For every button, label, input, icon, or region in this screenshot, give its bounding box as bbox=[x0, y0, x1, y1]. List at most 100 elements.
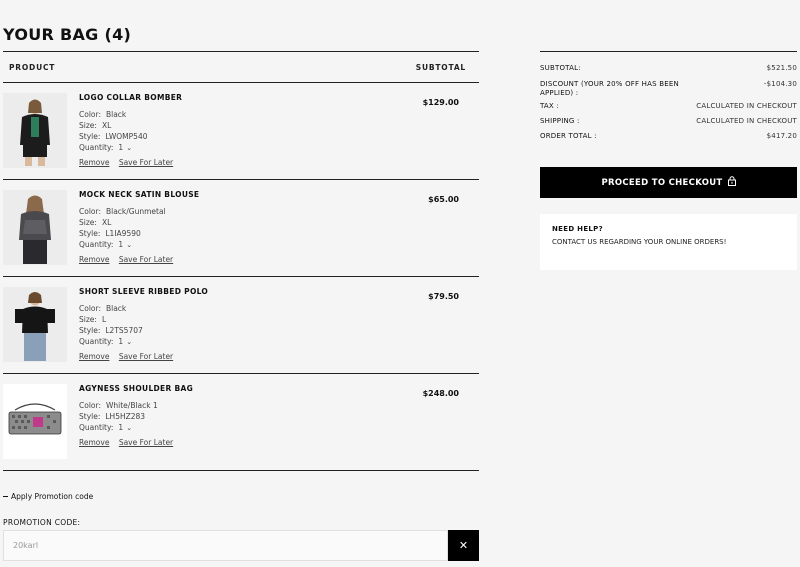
attr-color-value: White/Black 1 bbox=[105, 401, 158, 410]
remove-button[interactable]: Remove bbox=[79, 438, 109, 447]
summary-tax-row: TAX : CALCULATED IN CHECKOUT bbox=[540, 102, 797, 111]
product-image[interactable] bbox=[3, 287, 67, 362]
remove-button[interactable]: Remove bbox=[79, 158, 109, 167]
checkout-button-label: PROCEED TO CHECKOUT bbox=[601, 177, 723, 188]
item-attributes: Color: Black/Gunmetal Size: XL Style: L1IA9… bbox=[79, 206, 166, 250]
item-price: $65.00 bbox=[428, 195, 459, 204]
bag-item: MOCK NECK SATIN BLOUSE $65.00 Color: Blac… bbox=[3, 180, 479, 277]
item-name[interactable]: MOCK NECK SATIN BLOUSE bbox=[79, 190, 199, 199]
attr-style-value: LWOMP540 bbox=[105, 132, 148, 141]
tax-value: CALCULATED IN CHECKOUT bbox=[696, 102, 797, 110]
tax-label: TAX : bbox=[540, 102, 559, 110]
item-name[interactable]: SHORT SLEEVE RIBBED POLO bbox=[79, 287, 208, 296]
attr-quantity-label: Quantity: bbox=[79, 423, 114, 432]
attr-color-label: Color: bbox=[79, 401, 101, 410]
help-title: NEED HELP? bbox=[552, 225, 603, 233]
total-value: $417.20 bbox=[766, 132, 797, 140]
col-product-header: PRODUCT bbox=[9, 62, 56, 72]
summary-subtotal-row: SUBTOTAL: $521.50 bbox=[540, 64, 797, 73]
product-image[interactable] bbox=[3, 93, 67, 168]
save-for-later-button[interactable]: Save For Later bbox=[119, 438, 173, 447]
attr-quantity-label: Quantity: bbox=[79, 143, 114, 152]
item-attributes: Color: Black Size: XL Style: LWOMP540 Quant… bbox=[79, 109, 148, 153]
chevron-down-icon[interactable]: ⌄ bbox=[126, 424, 132, 432]
attr-style-value: LH5HZ283 bbox=[105, 412, 146, 421]
attr-size-value: XL bbox=[101, 218, 112, 227]
attr-color-label: Color: bbox=[79, 110, 101, 119]
attr-color-label: Color: bbox=[79, 304, 101, 313]
order-summary: SUBTOTAL: $521.50 DISCOUNT (YOUR 20% OFF… bbox=[540, 51, 797, 140]
save-for-later-button[interactable]: Save For Later bbox=[119, 255, 173, 264]
chevron-down-icon[interactable]: ⌄ bbox=[126, 338, 132, 346]
remove-button[interactable]: Remove bbox=[79, 255, 109, 264]
contact-us-link[interactable]: CONTACT US REGARDING YOUR ONLINE ORDERS! bbox=[552, 238, 785, 246]
total-label: ORDER TOTAL : bbox=[540, 132, 597, 140]
quantity-select[interactable]: Quantity: 1 ⌄ bbox=[79, 422, 158, 433]
item-attributes: Color: Black Size: L Style: L2TS5707 Quanti… bbox=[79, 303, 143, 347]
item-actions: Remove Save For Later bbox=[79, 438, 180, 447]
close-icon[interactable]: ✕ bbox=[448, 530, 479, 561]
quantity-select[interactable]: Quantity: 1 ⌄ bbox=[79, 336, 143, 347]
quantity-select[interactable]: Quantity: 1 ⌄ bbox=[79, 142, 148, 153]
discount-label: DISCOUNT (YOUR 20% OFF HAS BEEN APPLIED)… bbox=[540, 80, 679, 97]
attr-color-value: Black bbox=[105, 304, 127, 313]
attr-style-label: Style: bbox=[79, 412, 101, 421]
item-actions: Remove Save For Later bbox=[79, 158, 180, 167]
bag-item: LOGO COLLAR BOMBER $129.00 Color: Black S… bbox=[3, 83, 479, 180]
lock-icon bbox=[727, 176, 736, 189]
remove-button[interactable]: Remove bbox=[79, 352, 109, 361]
bag-header: PRODUCT SUBTOTAL bbox=[3, 51, 479, 83]
save-for-later-button[interactable]: Save For Later bbox=[119, 158, 173, 167]
item-name[interactable]: LOGO COLLAR BOMBER bbox=[79, 93, 182, 102]
product-image[interactable] bbox=[3, 384, 67, 459]
item-price: $248.00 bbox=[422, 389, 459, 398]
chevron-down-icon[interactable]: ⌄ bbox=[126, 144, 132, 152]
product-image[interactable] bbox=[3, 190, 67, 265]
item-actions: Remove Save For Later bbox=[79, 352, 180, 361]
attr-style-value: L1IA9590 bbox=[105, 229, 141, 238]
attr-size-value: XL bbox=[101, 121, 112, 130]
item-price: $129.00 bbox=[422, 98, 459, 107]
shipping-value: CALCULATED IN CHECKOUT bbox=[696, 117, 797, 125]
attr-color-value: Black/Gunmetal bbox=[105, 207, 166, 216]
promo-code-row: ✕ bbox=[3, 530, 479, 561]
promo-toggle[interactable]: Apply Promotion code bbox=[3, 492, 93, 501]
attr-quantity-value: 1 bbox=[118, 143, 124, 152]
attr-quantity-value: 1 bbox=[118, 423, 124, 432]
chevron-down-icon[interactable]: ⌄ bbox=[126, 241, 132, 249]
attr-color-value: Black bbox=[105, 110, 127, 119]
summary-shipping-row: SHIPPING : CALCULATED IN CHECKOUT bbox=[540, 117, 797, 126]
minus-icon bbox=[3, 496, 8, 497]
item-name[interactable]: AGYNESS SHOULDER BAG bbox=[79, 384, 193, 393]
attr-style-label: Style: bbox=[79, 229, 101, 238]
attr-size-label: Size: bbox=[79, 121, 97, 130]
bag-list: PRODUCT SUBTOTAL LOGO COLLAR BOMBER $129… bbox=[3, 51, 479, 471]
bag-item: SHORT SLEEVE RIBBED POLO $79.50 Color: Bl… bbox=[3, 277, 479, 374]
attr-quantity-label: Quantity: bbox=[79, 240, 114, 249]
attr-size-label: Size: bbox=[79, 315, 97, 324]
discount-value: -$104.30 bbox=[763, 80, 797, 88]
save-for-later-button[interactable]: Save For Later bbox=[119, 352, 173, 361]
attr-style-label: Style: bbox=[79, 326, 101, 335]
subtotal-value: $521.50 bbox=[766, 64, 797, 72]
attr-color-label: Color: bbox=[79, 207, 101, 216]
quantity-select[interactable]: Quantity: 1 ⌄ bbox=[79, 239, 166, 250]
summary-total-row: ORDER TOTAL : $417.20 bbox=[540, 132, 797, 141]
item-price: $79.50 bbox=[428, 292, 459, 301]
promo-toggle-label: Apply Promotion code bbox=[11, 492, 94, 501]
attr-size-label: Size: bbox=[79, 218, 97, 227]
col-subtotal-header: SUBTOTAL bbox=[415, 62, 466, 72]
proceed-to-checkout-button[interactable]: PROCEED TO CHECKOUT bbox=[540, 167, 797, 198]
attr-style-label: Style: bbox=[79, 132, 101, 141]
attr-quantity-value: 1 bbox=[118, 337, 124, 346]
bag-item: AGYNESS SHOULDER BAG $248.00 Color: White… bbox=[3, 374, 479, 471]
attr-style-value: L2TS5707 bbox=[105, 326, 143, 335]
promo-code-input[interactable] bbox=[3, 530, 448, 561]
help-box: NEED HELP? CONTACT US REGARDING YOUR ONL… bbox=[540, 214, 797, 270]
attr-quantity-label: Quantity: bbox=[79, 337, 114, 346]
promo-code-label: PROMOTION CODE: bbox=[3, 518, 81, 527]
attr-size-value: L bbox=[101, 315, 107, 324]
attr-quantity-value: 1 bbox=[118, 240, 124, 249]
subtotal-label: SUBTOTAL: bbox=[540, 64, 581, 72]
summary-discount-row: DISCOUNT (YOUR 20% OFF HAS BEEN APPLIED)… bbox=[540, 80, 797, 97]
